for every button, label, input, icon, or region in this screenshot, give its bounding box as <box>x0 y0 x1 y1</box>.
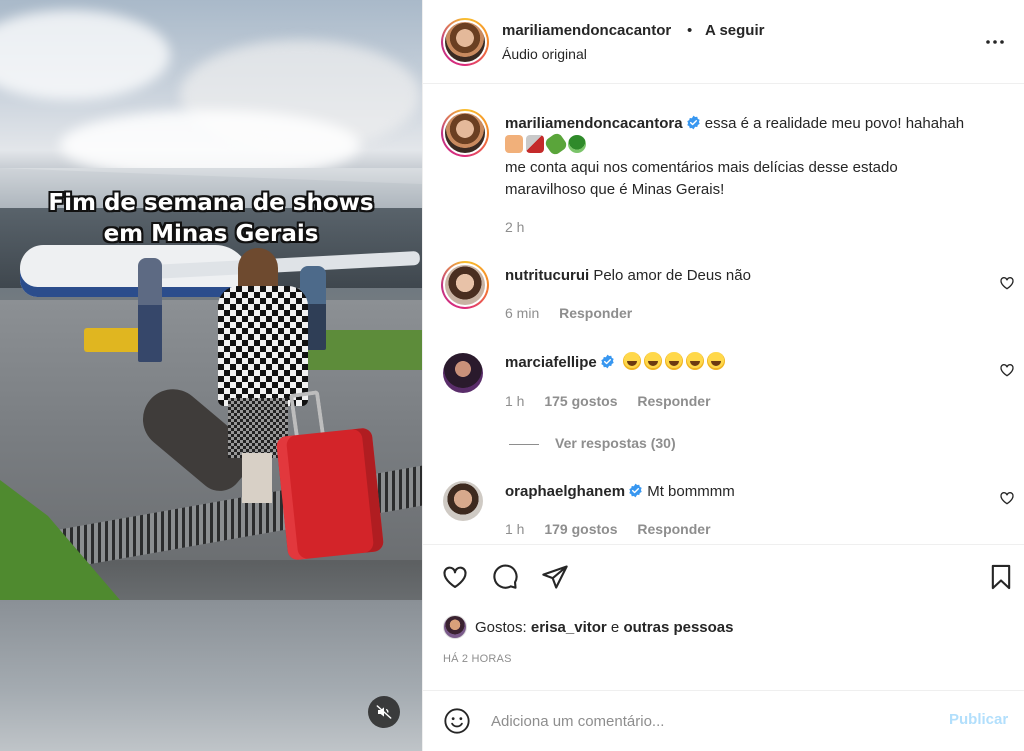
broccoli-icon <box>568 135 586 153</box>
more-horizontal-icon[interactable] <box>983 30 1007 54</box>
caption-avatar[interactable] <box>441 109 489 157</box>
overlay-line-2: em Minas Gerais <box>103 221 319 247</box>
caption-line-2: me conta aqui nos comentários mais delíc… <box>505 159 898 176</box>
comment-emojis <box>622 352 728 371</box>
following-button[interactable]: A seguir <box>705 22 764 39</box>
caption-time: 2 h <box>505 219 525 235</box>
grinning-sweat-icon <box>664 352 683 370</box>
mute-button[interactable] <box>368 696 400 728</box>
caption-emojis <box>505 131 589 157</box>
comment-meta: 1 h 179 gostos Responder <box>505 521 727 537</box>
post-header: mariliamendoncacantor • A seguir Áudio o… <box>423 0 1024 84</box>
header-separator: • <box>687 22 693 39</box>
bookmark-icon[interactable] <box>987 563 1015 591</box>
comment-text: marciafellipe <box>505 352 728 374</box>
post-dialog: Fim de semana de shows em Minas Gerais m… <box>0 0 1024 751</box>
comment-meta: 1 h 175 gostos Responder <box>505 393 727 409</box>
replies-divider <box>509 443 539 445</box>
comment-like-heart-icon[interactable] <box>999 490 1015 506</box>
grinning-sweat-icon <box>685 352 704 370</box>
comment-composer: Publicar <box>423 690 1024 751</box>
comment-item: oraphaelghanem Mt bommmm 1 h 179 gostos … <box>423 473 1024 543</box>
cloud <box>0 10 170 100</box>
comment-avatar[interactable] <box>441 261 489 309</box>
rolling-laughing-icon <box>643 352 662 370</box>
likes-prefix: Gostos: <box>475 618 527 636</box>
post-side-panel: mariliamendoncacantor • A seguir Áudio o… <box>422 0 1024 751</box>
verified-badge-icon <box>601 354 614 369</box>
comment-avatar[interactable] <box>443 481 483 521</box>
red-suitcase <box>275 427 385 561</box>
comment-time: 1 h <box>505 521 525 537</box>
comment-likes[interactable]: 175 gostos <box>544 393 617 409</box>
caption-line-1: essa é a realidade meu povo! hahahah <box>704 115 965 132</box>
reply-button[interactable]: Responder <box>637 393 710 409</box>
comment-username[interactable]: marciafellipe <box>505 354 597 371</box>
comment-meta: 6 min Responder <box>505 305 648 321</box>
comment-avatar[interactable] <box>443 353 483 393</box>
reply-button[interactable]: Responder <box>637 521 710 537</box>
post-time[interactable]: HÁ 2 HORAS <box>443 653 512 665</box>
comment-time: 6 min <box>505 305 540 321</box>
comment-like-heart-icon[interactable] <box>999 275 1015 291</box>
comment-username[interactable]: oraphaelghanem <box>505 483 625 500</box>
paper-plane-icon[interactable] <box>541 563 569 591</box>
comment-username[interactable]: nutritucurui <box>505 267 589 284</box>
likes-summary: Gostos: erisa_vitor e outras pessoas <box>443 615 733 639</box>
comment-icon[interactable] <box>491 563 519 591</box>
verified-badge-icon <box>686 115 700 130</box>
likes-conj: e <box>610 618 620 636</box>
speaker-muted-icon <box>376 705 392 719</box>
heart-icon[interactable] <box>441 563 469 591</box>
rolling-laughing-icon <box>706 352 725 370</box>
comment-input[interactable] <box>491 706 931 736</box>
comment-text: nutritucurui Pelo amor de Deus não <box>505 265 751 287</box>
overlay-line-1: Fim de semana de shows <box>48 190 374 216</box>
pickle-icon <box>543 131 569 157</box>
comment-body: Mt bommmm <box>647 483 735 500</box>
comment-body: Pelo amor de Deus não <box>593 267 751 284</box>
comment-likes[interactable]: 179 gostos <box>544 521 617 537</box>
view-replies-button[interactable]: Ver respostas (30) <box>509 435 676 451</box>
comment-text: oraphaelghanem Mt bommmm <box>505 481 735 503</box>
caption-text: mariliamendoncacantora essa é a realidad… <box>505 113 1015 201</box>
view-replies-label: Ver respostas (30) <box>555 435 676 451</box>
video-caption-overlay: Fim de semana de shows em Minas Gerais <box>0 188 422 250</box>
comment-item: nutritucurui Pelo amor de Deus não 6 min… <box>423 255 1024 335</box>
author-avatar[interactable] <box>441 18 489 66</box>
likes-others-link[interactable]: outras pessoas <box>623 619 733 636</box>
rolling-laughing-icon <box>622 352 641 370</box>
liker-avatar[interactable] <box>443 615 467 639</box>
caption-username[interactable]: mariliamendoncacantora <box>505 115 683 132</box>
smiley-icon[interactable] <box>443 707 471 735</box>
comment-item: marciafellipe 1 h 175 gostos Responder V… <box>423 345 1024 465</box>
caption-item: mariliamendoncacantora essa é a realidad… <box>423 85 1024 245</box>
comments-list[interactable]: mariliamendoncacantora essa é a realidad… <box>423 85 1024 543</box>
comment-like-heart-icon[interactable] <box>999 362 1015 378</box>
publish-button[interactable]: Publicar <box>949 711 1008 728</box>
flexed-biceps-icon <box>505 135 523 153</box>
verified-badge-icon <box>629 483 642 498</box>
author-username[interactable]: mariliamendoncacantor <box>502 22 671 39</box>
baggage-cart <box>84 328 142 352</box>
post-actions: Gostos: erisa_vitor e outras pessoas HÁ … <box>423 544 1024 690</box>
comment-time: 1 h <box>505 393 525 409</box>
reel-video[interactable]: Fim de semana de shows em Minas Gerais <box>0 0 422 751</box>
worker <box>138 258 162 362</box>
liker-username[interactable]: erisa_vitor <box>531 619 607 636</box>
caption-meta: 2 h <box>505 219 540 235</box>
toast-icon <box>526 135 544 153</box>
wet-pavement <box>0 600 422 751</box>
reply-button[interactable]: Responder <box>559 305 632 321</box>
audio-link[interactable]: Áudio original <box>502 46 587 62</box>
caption-line-3: maravilhoso que é Minas Gerais! <box>505 181 725 198</box>
